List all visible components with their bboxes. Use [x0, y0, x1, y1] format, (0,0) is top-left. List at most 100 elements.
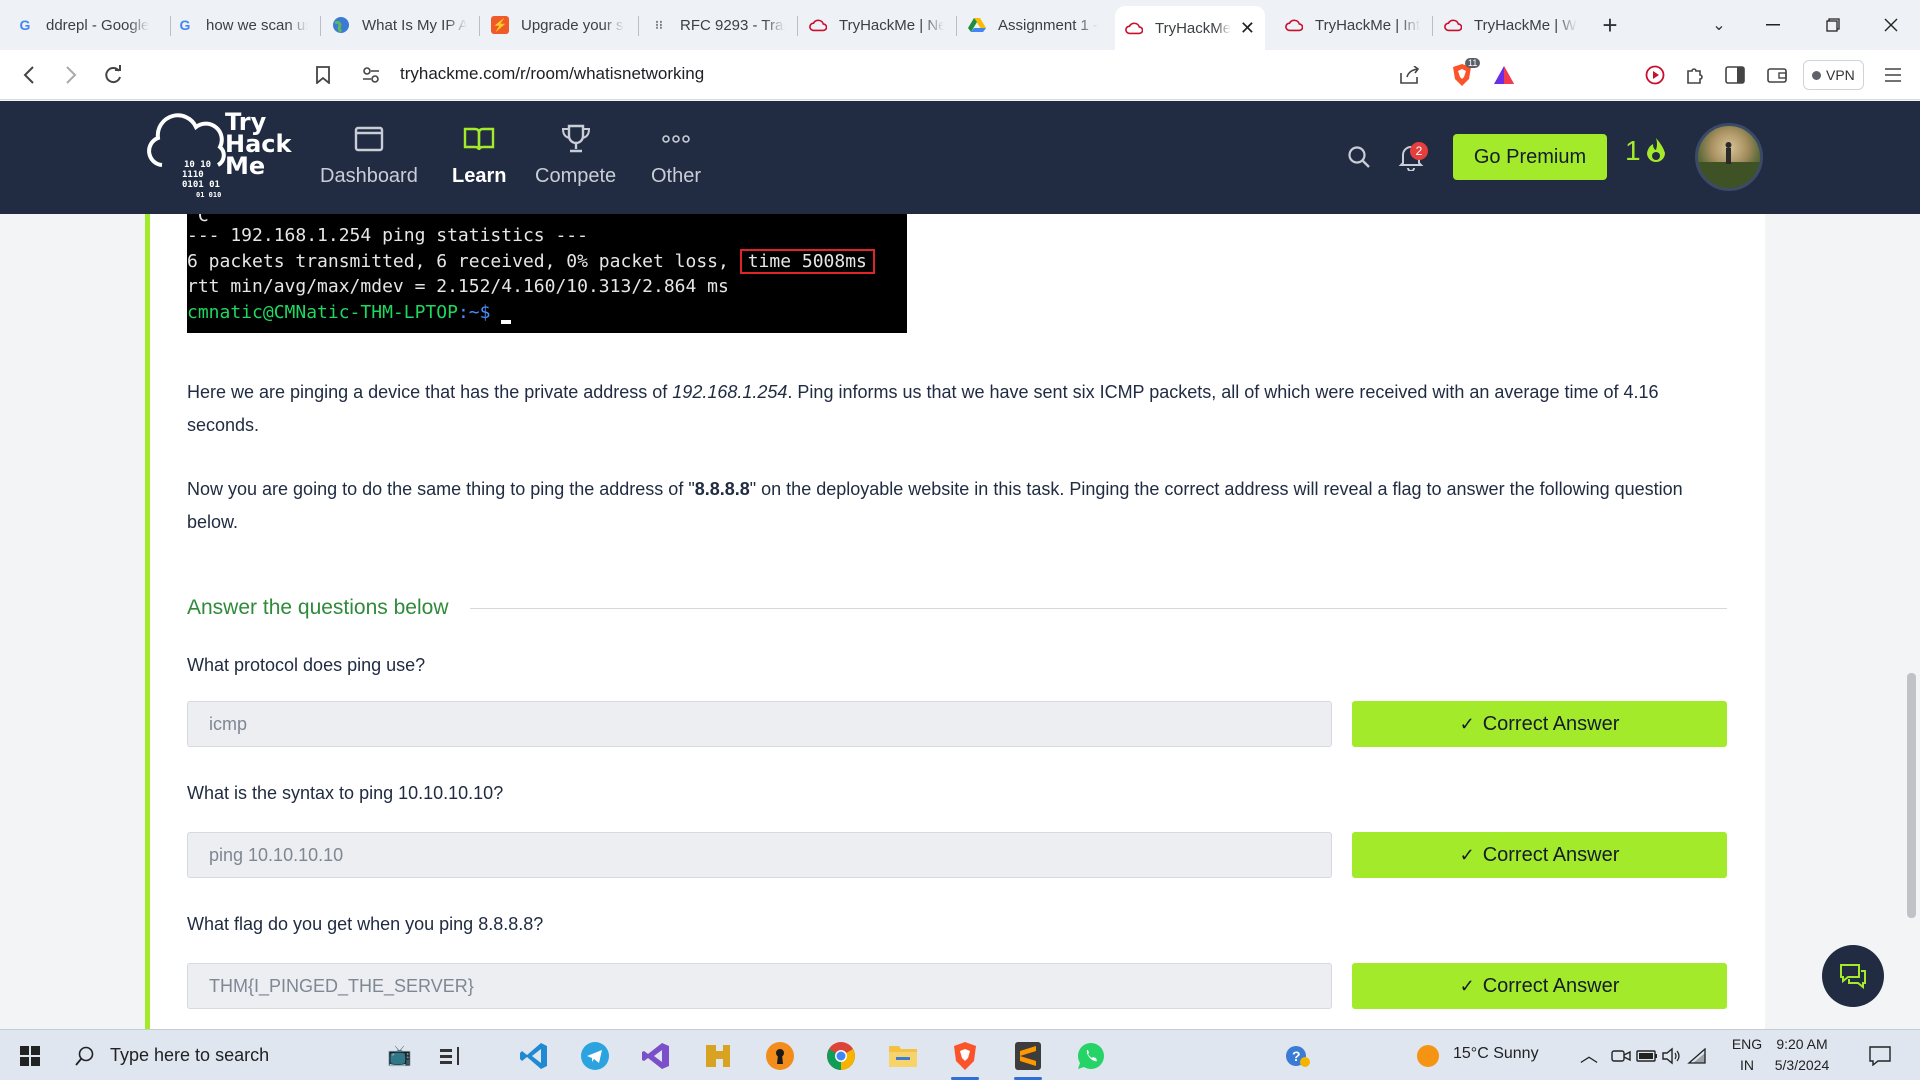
streak-count: 1	[1625, 135, 1641, 166]
chat-icon	[1840, 964, 1866, 990]
sidebar-icon[interactable]	[1720, 60, 1750, 90]
chrome-icon[interactable]	[823, 1038, 859, 1074]
menu-icon[interactable]	[1878, 60, 1908, 90]
wallet-icon[interactable]	[1762, 60, 1792, 90]
correct-answer-label: Correct Answer	[1482, 843, 1620, 866]
search-icon[interactable]	[1347, 145, 1371, 174]
vscode-icon[interactable]	[516, 1038, 552, 1074]
terminal-prompt-user: cmnatic@CMNatic-THM-LPTOP	[187, 301, 458, 323]
back-icon[interactable]	[14, 60, 44, 90]
terminal-text: 6 packets transmitted, 6 received, 0% pa…	[187, 250, 740, 272]
sublime-text-icon[interactable]	[1010, 1038, 1046, 1080]
nav-learn[interactable]: Learn	[452, 121, 506, 188]
close-window-icon[interactable]	[1876, 10, 1906, 40]
nav-compete[interactable]: Compete	[535, 121, 616, 188]
terminal-line: cmnatic@CMNatic-THM-LPTOP:~$	[187, 300, 907, 326]
brave-browser-icon[interactable]	[947, 1038, 983, 1080]
tab-search-chevron-icon[interactable]: ⌄	[1704, 10, 1734, 40]
file-explorer-icon[interactable]	[885, 1038, 921, 1074]
p2-ip: 8.8.8.8	[694, 479, 750, 499]
streak-counter[interactable]: 1	[1625, 135, 1669, 167]
instruction-paragraph: Now you are going to do the same thing t…	[187, 473, 1707, 539]
nav-dashboard[interactable]: Dashboard	[320, 121, 418, 188]
page-content: ^C --- 192.168.1.254 ping statistics --- 6…	[0, 214, 1920, 1029]
restore-icon[interactable]	[1818, 10, 1848, 40]
question-text: What protocol does ping use?	[187, 655, 426, 675]
telegram-icon[interactable]	[577, 1038, 613, 1074]
answer-field[interactable]: ping 10.10.10.10	[187, 832, 1332, 878]
new-tab-icon[interactable]: +	[1595, 10, 1625, 40]
bookmark-icon[interactable]	[308, 60, 338, 90]
correct-answer-button[interactable]: ✓ Correct Answer	[1352, 701, 1727, 747]
vpn-label: VPN	[1826, 67, 1855, 83]
browser-tab-active[interactable]: TryHackMe ✕	[1115, 6, 1265, 50]
notification-center-icon[interactable]	[1862, 1038, 1898, 1074]
more-icon	[662, 121, 690, 157]
forward-icon[interactable]	[56, 60, 86, 90]
vpn-button[interactable]: VPN	[1803, 60, 1864, 90]
wifi-icon[interactable]	[1686, 1038, 1708, 1074]
brave-rewards-icon[interactable]	[1489, 60, 1519, 90]
task-view-icon[interactable]	[432, 1038, 468, 1074]
windows-start-icon[interactable]	[12, 1038, 48, 1074]
vpn-status-icon	[1812, 70, 1821, 80]
help-icon[interactable]: ?	[1280, 1038, 1316, 1074]
minimize-icon[interactable]	[1758, 10, 1788, 40]
tab-title: TryHackMe | W	[1474, 16, 1577, 34]
terminal-prompt-path: :~$	[457, 301, 502, 323]
answer-field[interactable]: THM{I_PINGED_THE_SERVER}	[187, 963, 1332, 1009]
answer-field[interactable]: icmp	[187, 701, 1332, 747]
browser-tab[interactable]: Assignment 1 -	[958, 8, 1113, 42]
user-avatar[interactable]	[1695, 123, 1763, 191]
brave-shields-icon[interactable]: 11	[1447, 58, 1481, 90]
tab-title: Assignment 1 -	[998, 16, 1099, 34]
keyhole-app-icon[interactable]	[762, 1038, 798, 1074]
browser-tab[interactable]: G how we scan us	[166, 8, 318, 42]
browser-tab[interactable]: What Is My IP A	[322, 8, 477, 42]
media-play-icon[interactable]	[1640, 60, 1670, 90]
battery-icon[interactable]	[1636, 1038, 1658, 1074]
browser-tab[interactable]: TryHackMe | Int	[1275, 8, 1430, 42]
taskbar-clock[interactable]: 9:20 AM 5/3/2024	[1762, 1034, 1842, 1076]
nav-other[interactable]: Other	[651, 121, 701, 188]
browser-tab[interactable]: ⚡ Upgrade your s	[481, 8, 636, 42]
site-settings-icon[interactable]	[356, 60, 386, 90]
whatsapp-icon[interactable]	[1073, 1038, 1109, 1074]
correct-answer-button[interactable]: ✓ Correct Answer	[1352, 963, 1727, 1009]
terminal-line: ^C	[187, 214, 907, 223]
volume-icon[interactable]	[1660, 1038, 1682, 1074]
input-language[interactable]: ENG IN	[1730, 1034, 1764, 1076]
terminal-line: --- 192.168.1.254 ping statistics ---	[187, 225, 588, 246]
chat-assistant-button[interactable]	[1822, 945, 1884, 1007]
book-icon	[463, 121, 495, 157]
go-premium-button[interactable]: Go Premium	[1453, 134, 1607, 180]
browser-tab-strip: G ddrepl - Google G how we scan us What …	[0, 0, 1920, 50]
share-icon[interactable]	[1395, 60, 1425, 90]
reload-icon[interactable]	[98, 60, 128, 90]
taskbar-search-placeholder: Type here to search	[110, 1045, 270, 1065]
weather-text[interactable]: 15°C Sunny	[1453, 1045, 1539, 1063]
correct-answer-label: Correct Answer	[1482, 712, 1620, 735]
weather-icon[interactable]	[1410, 1038, 1446, 1074]
taskbar-search[interactable]: Type here to search 📺	[62, 1030, 422, 1080]
correct-answer-button[interactable]: ✓ Correct Answer	[1352, 832, 1727, 878]
close-tab-icon[interactable]: ✕	[1234, 18, 1255, 39]
browser-tab[interactable]: ⁝⁝ RFC 9293 - Tran	[640, 8, 795, 42]
task-card	[145, 214, 1765, 1029]
meet-now-icon[interactable]	[1610, 1038, 1632, 1074]
svg-text:10 10: 10 10	[184, 160, 211, 170]
page-scrollbar[interactable]	[1907, 673, 1916, 918]
thm-icon	[1125, 19, 1143, 37]
browser-tab[interactable]: TryHackMe | W	[1434, 8, 1589, 42]
url-text[interactable]: tryhackme.com/r/room/whatisnetworking	[400, 64, 704, 84]
extensions-icon[interactable]	[1680, 60, 1710, 90]
tab-title: What Is My IP A	[362, 16, 467, 34]
search-highlight-icon: 📺	[387, 1045, 412, 1067]
checkmark-icon: ✓	[1459, 844, 1475, 865]
browser-tab[interactable]: G ddrepl - Google	[6, 8, 168, 42]
gradle-icon[interactable]	[700, 1038, 736, 1074]
globe-icon	[332, 16, 350, 34]
visual-studio-icon[interactable]	[638, 1038, 674, 1074]
browser-tab[interactable]: TryHackMe | Ne	[799, 8, 954, 42]
tray-chevron-icon[interactable]: ︿	[1580, 1042, 1598, 1068]
